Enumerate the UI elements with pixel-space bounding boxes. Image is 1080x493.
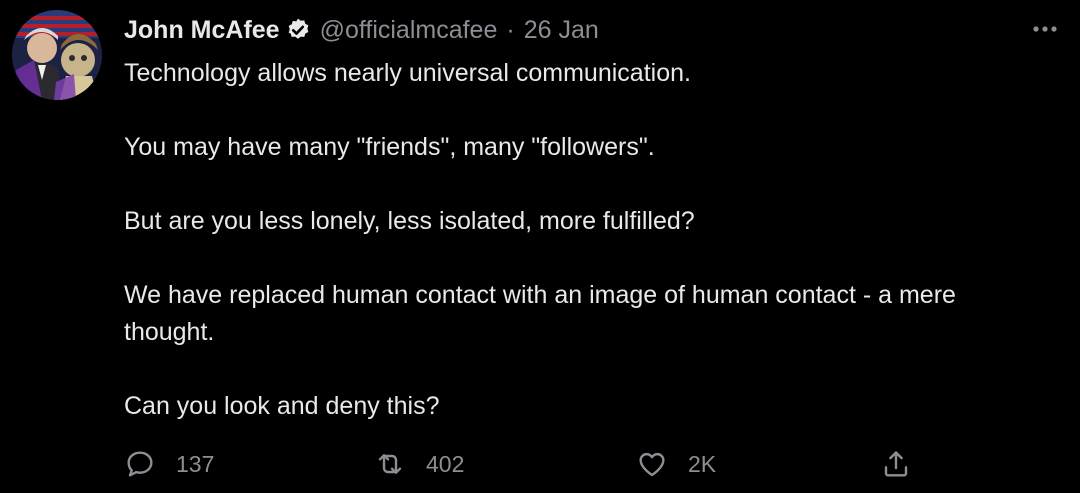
reply-icon (124, 448, 156, 480)
share-icon (880, 448, 912, 480)
tweet-paragraph: But are you less lonely, less isolated, … (124, 207, 695, 235)
retweet-count: 402 (426, 450, 465, 477)
tweet-actions: 137 402 2K (124, 444, 924, 484)
retweet-button[interactable]: 402 (374, 444, 464, 484)
more-horizontal-icon[interactable] (1028, 16, 1062, 42)
tweet-paragraph: Can you look and deny this? (124, 392, 440, 420)
tweet-header: John McAfee @officialmcafee · 26 Jan (124, 10, 599, 50)
avatar[interactable] (12, 10, 102, 100)
retweet-icon (374, 448, 406, 480)
share-button[interactable] (880, 444, 912, 484)
reply-button[interactable]: 137 (124, 444, 214, 484)
tweet[interactable]: John McAfee @officialmcafee · 26 Jan Tec… (0, 0, 1080, 493)
heart-icon (636, 448, 668, 480)
tweet-text: Technology allows nearly universal commu… (124, 55, 1024, 425)
timestamp[interactable]: 26 Jan (524, 16, 599, 45)
avatar-image (12, 10, 102, 100)
tweet-paragraph: We have replaced human contact with an i… (124, 281, 956, 346)
like-count: 2K (688, 450, 717, 477)
verified-badge-icon (285, 17, 311, 43)
tweet-paragraph: You may have many "friends", many "follo… (124, 133, 655, 161)
reply-count: 137 (176, 450, 215, 477)
tweet-paragraph: Technology allows nearly universal commu… (124, 59, 691, 87)
author-handle[interactable]: @officialmcafee (320, 16, 498, 45)
display-name[interactable]: John McAfee (124, 16, 280, 45)
separator-dot: · (506, 15, 515, 44)
like-button[interactable]: 2K (636, 444, 716, 484)
